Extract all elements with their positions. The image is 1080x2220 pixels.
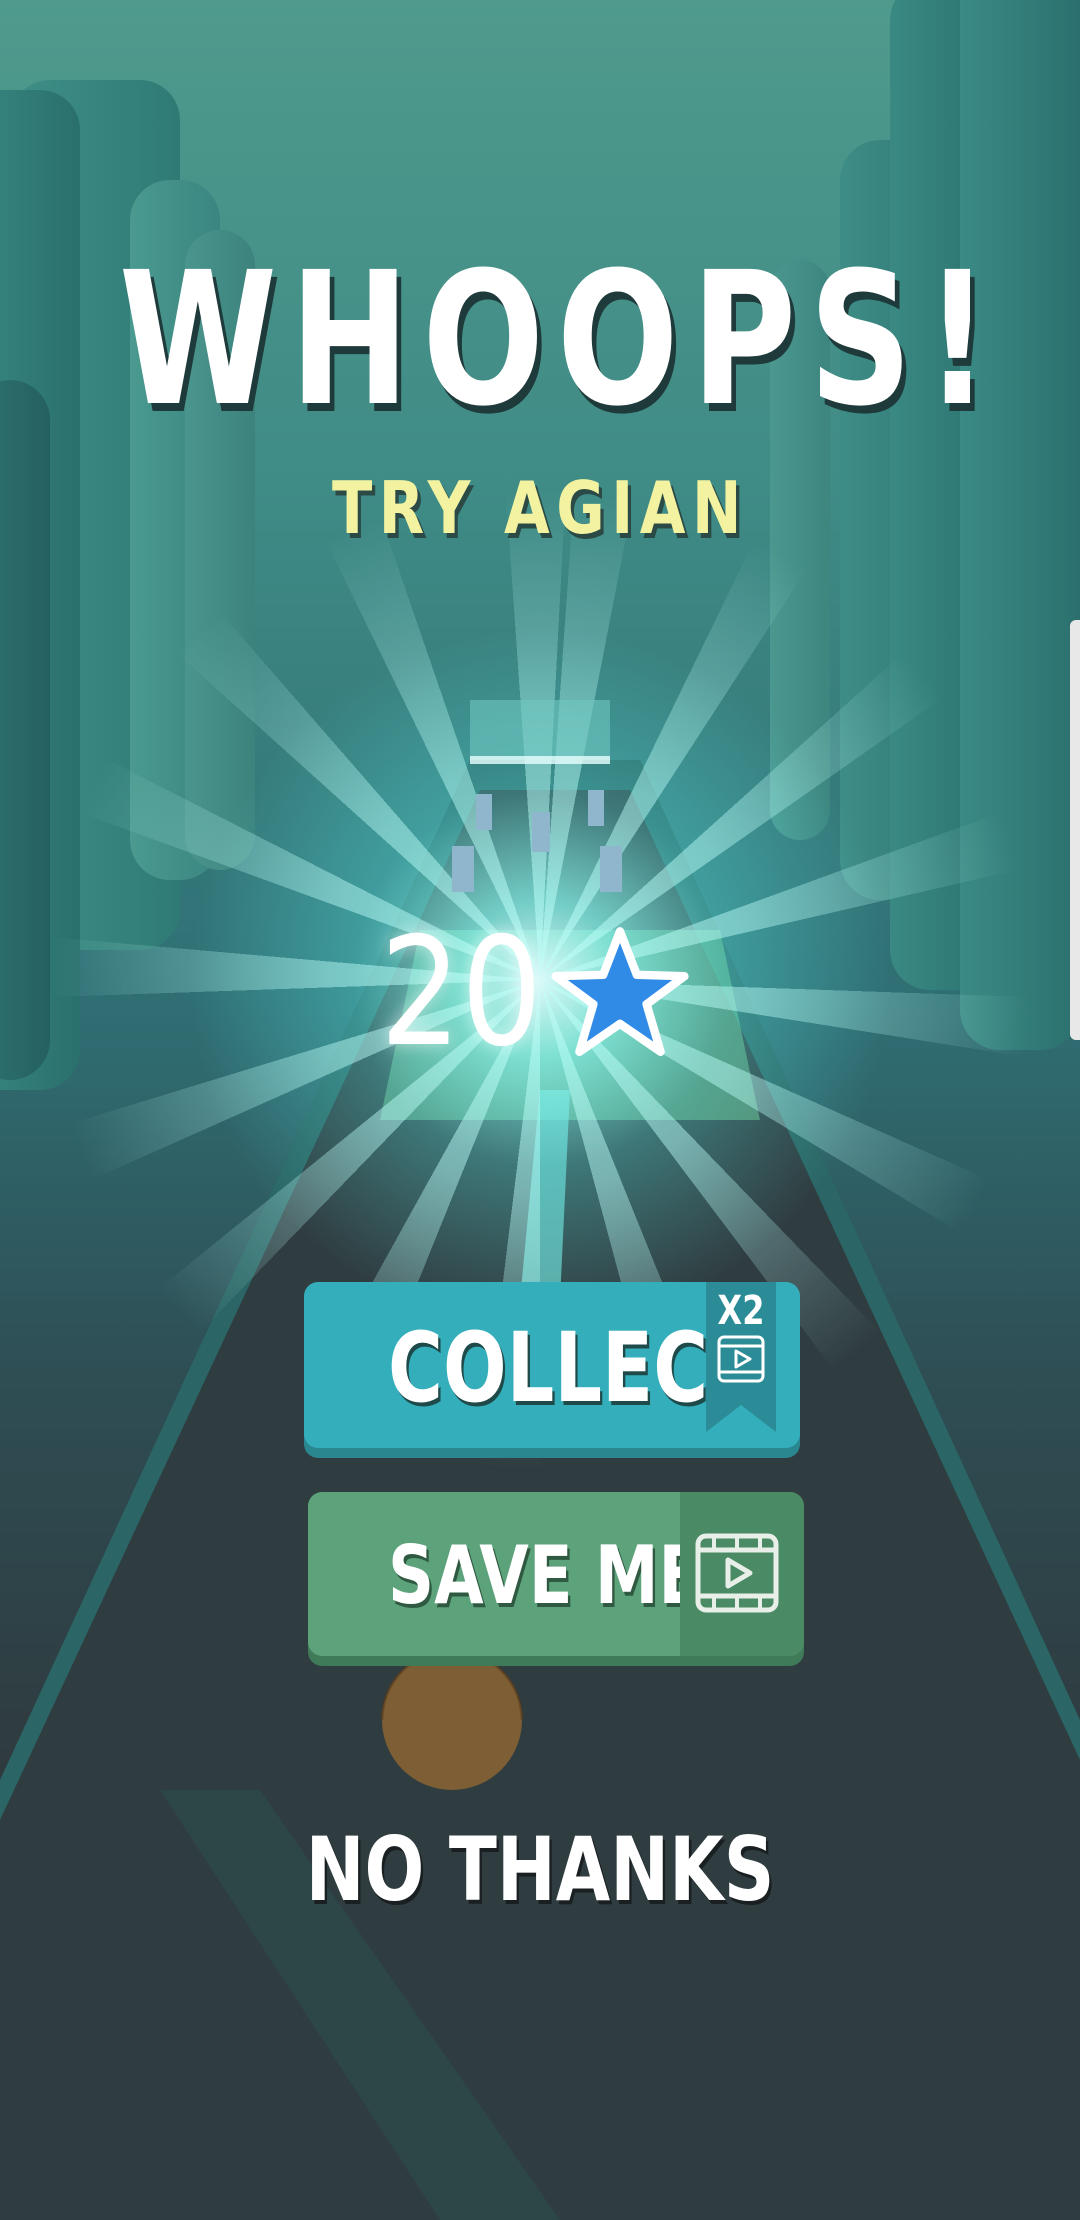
- score-value: 20: [380, 906, 543, 1080]
- save-me-button[interactable]: SAVE ME: [308, 1492, 804, 1656]
- star-icon: [551, 927, 689, 1056]
- collect-label: COLLECT: [388, 1312, 760, 1424]
- video-ad-icon: [695, 1533, 779, 1613]
- edge-panel-handle[interactable]: [1070, 620, 1080, 1040]
- collect-button[interactable]: COLLECT X2: [304, 1282, 800, 1448]
- save-me-icon-panel: [680, 1492, 804, 1656]
- save-me-label: SAVE ME: [388, 1529, 703, 1622]
- multiplier-label: X2: [717, 1288, 765, 1334]
- video-ad-icon: [717, 1335, 765, 1383]
- page-title: WHOOPS!: [118, 233, 1003, 447]
- page-subtitle: TRY AGIAN: [331, 466, 749, 550]
- score-display: 20: [380, 918, 690, 1068]
- no-thanks-button[interactable]: NO THANKS: [108, 1826, 972, 1914]
